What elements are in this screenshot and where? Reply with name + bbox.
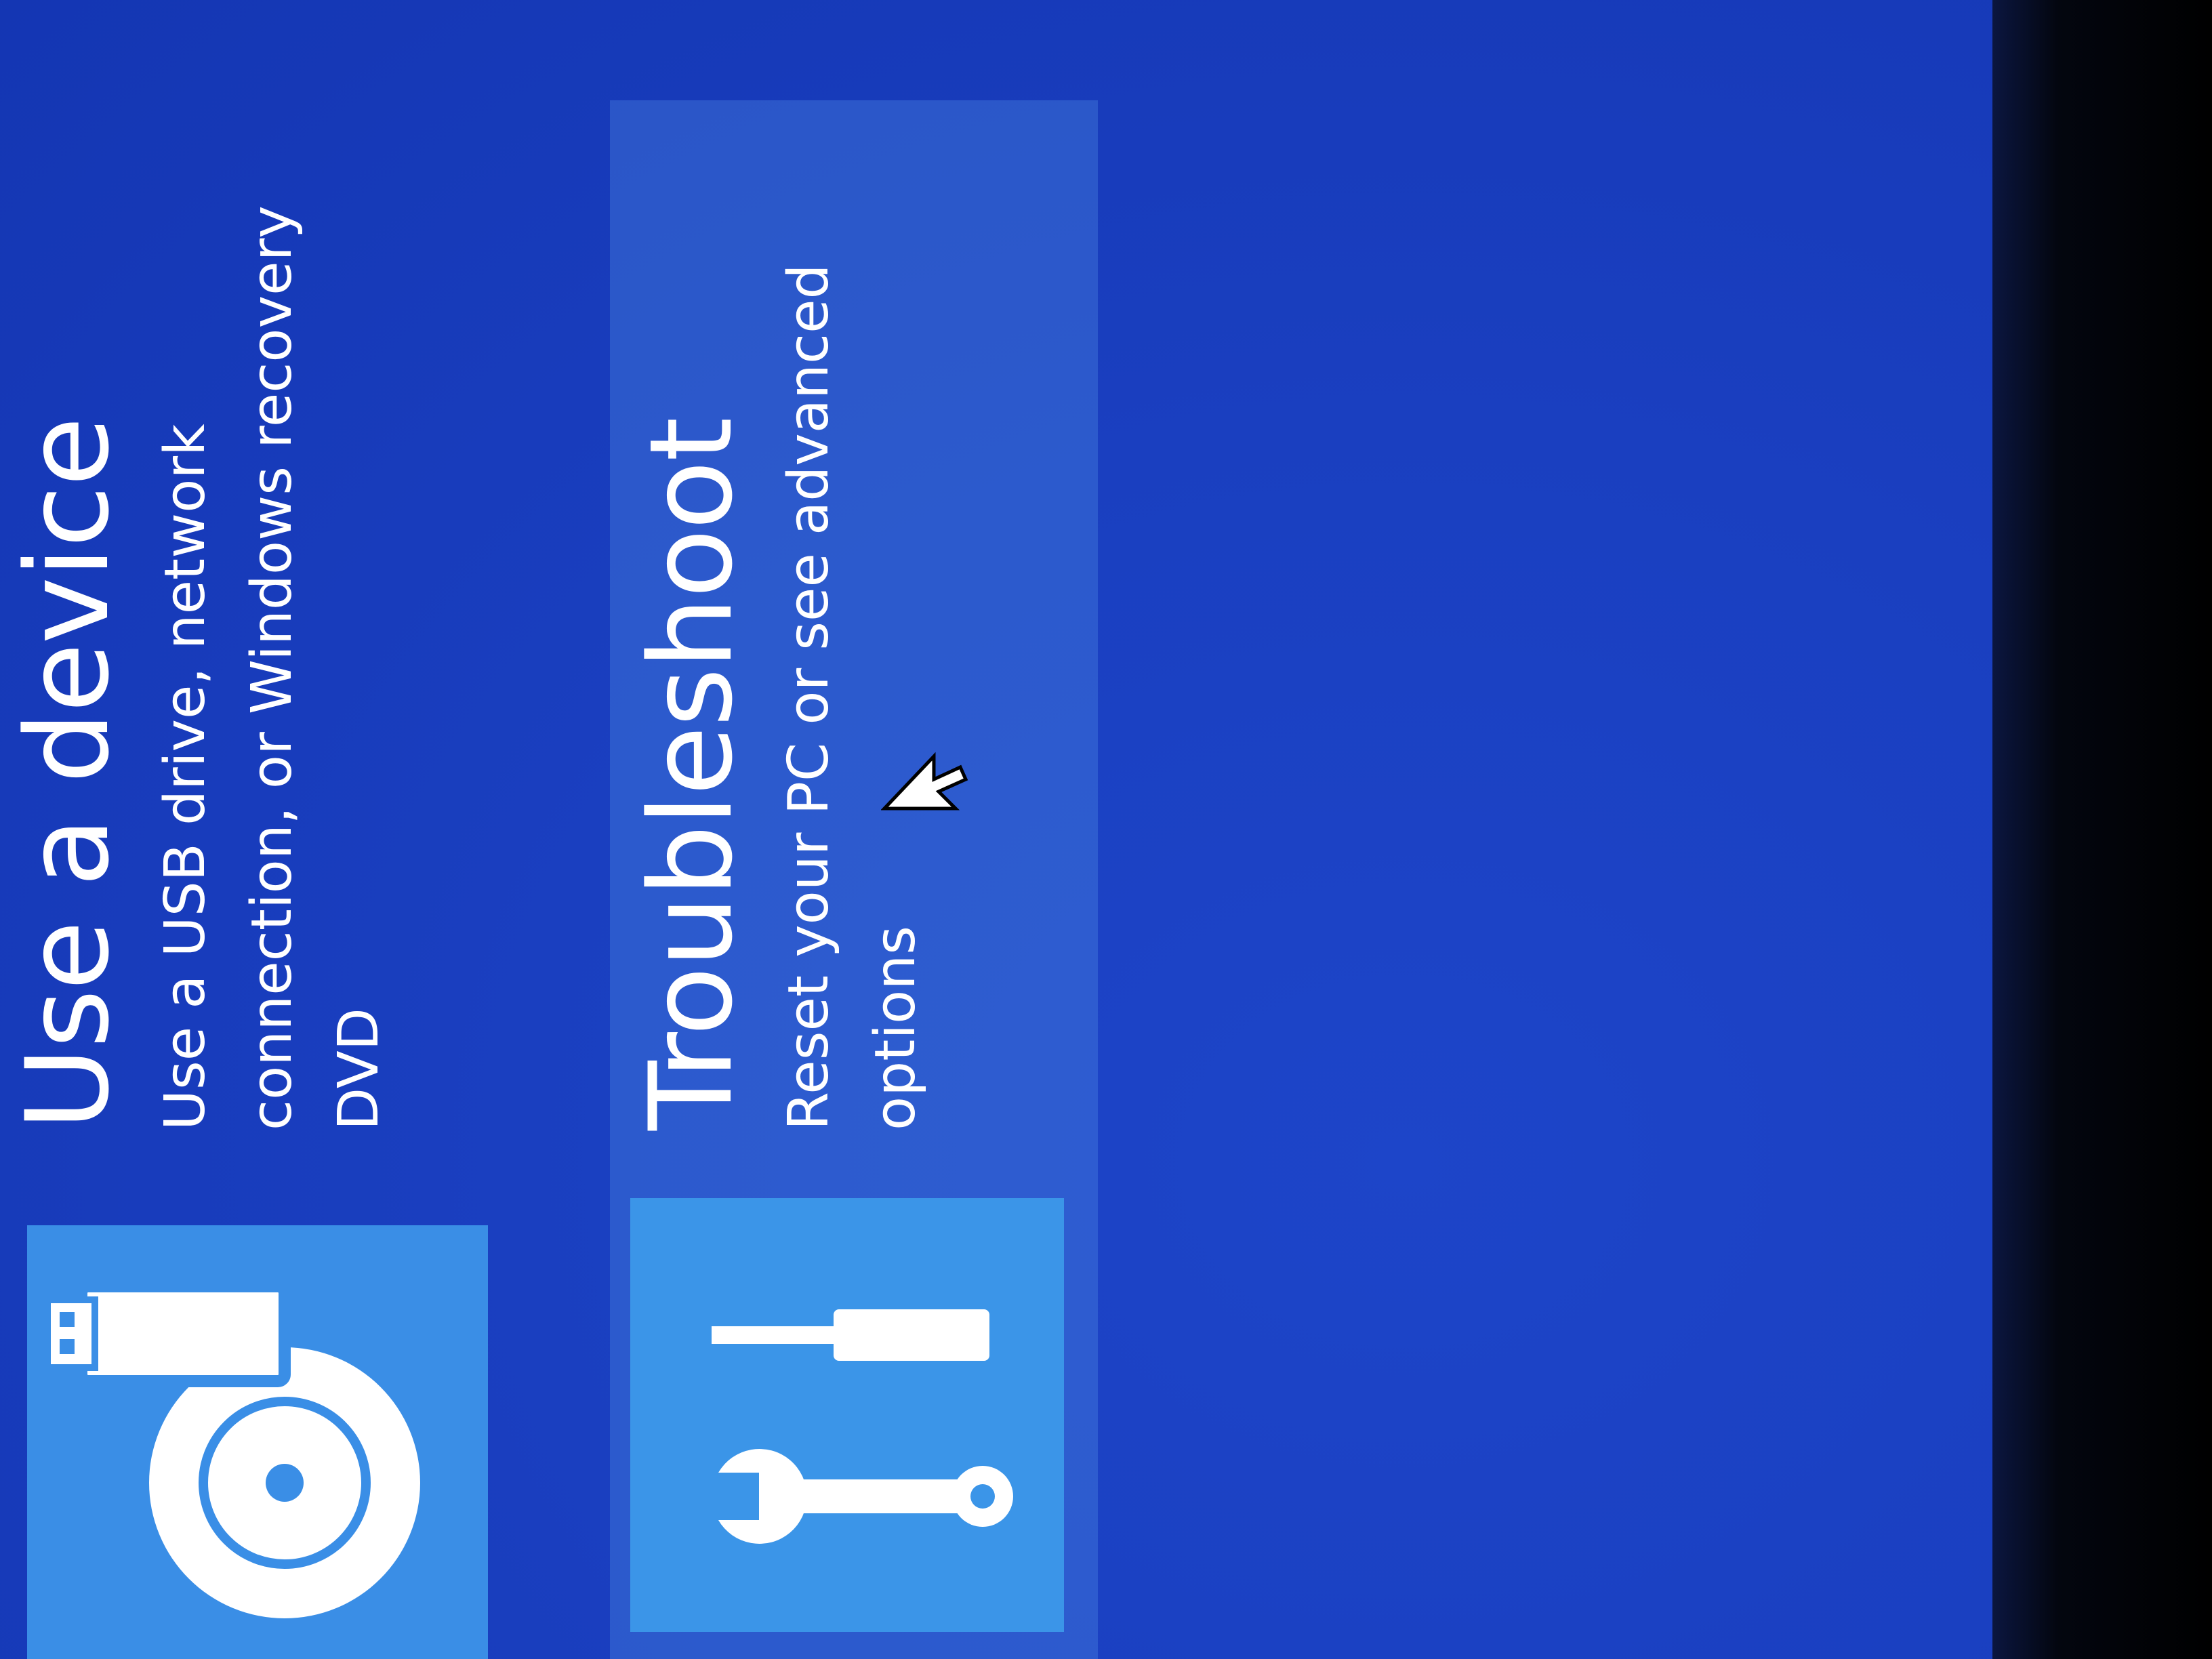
recovery-screen: Use a device Use a USB drive, network co… <box>0 0 2006 1659</box>
use-a-device-description: Use a USB drive, network connection, or … <box>153 205 391 1130</box>
troubleshoot-text: Troubleshoot Reset your PC or see advanc… <box>623 114 939 1130</box>
recovery-options-panel: Use a device Use a USB drive, network co… <box>0 0 2006 1659</box>
troubleshoot-tile[interactable] <box>630 1198 1064 1632</box>
monitor-bezel <box>1992 0 2212 1659</box>
option-use-a-device[interactable]: Use a device Use a USB drive, network co… <box>0 0 488 1659</box>
use-a-device-tile[interactable] <box>27 1225 488 1659</box>
use-a-device-title: Use a device <box>1 417 134 1130</box>
troubleshoot-description: Reset your PC or see advanced options <box>777 264 928 1130</box>
use-a-device-text: Use a device Use a USB drive, network co… <box>0 114 403 1130</box>
disc-usb-icon <box>44 1280 420 1618</box>
tools-icon <box>712 1309 1013 1544</box>
mouse-pointer-icon <box>881 752 968 811</box>
photo: Use a device Use a USB drive, network co… <box>0 0 2212 1659</box>
troubleshoot-title: Troubleshoot <box>625 418 758 1130</box>
option-troubleshoot[interactable]: Troubleshoot Reset your PC or see advanc… <box>610 100 1098 1659</box>
